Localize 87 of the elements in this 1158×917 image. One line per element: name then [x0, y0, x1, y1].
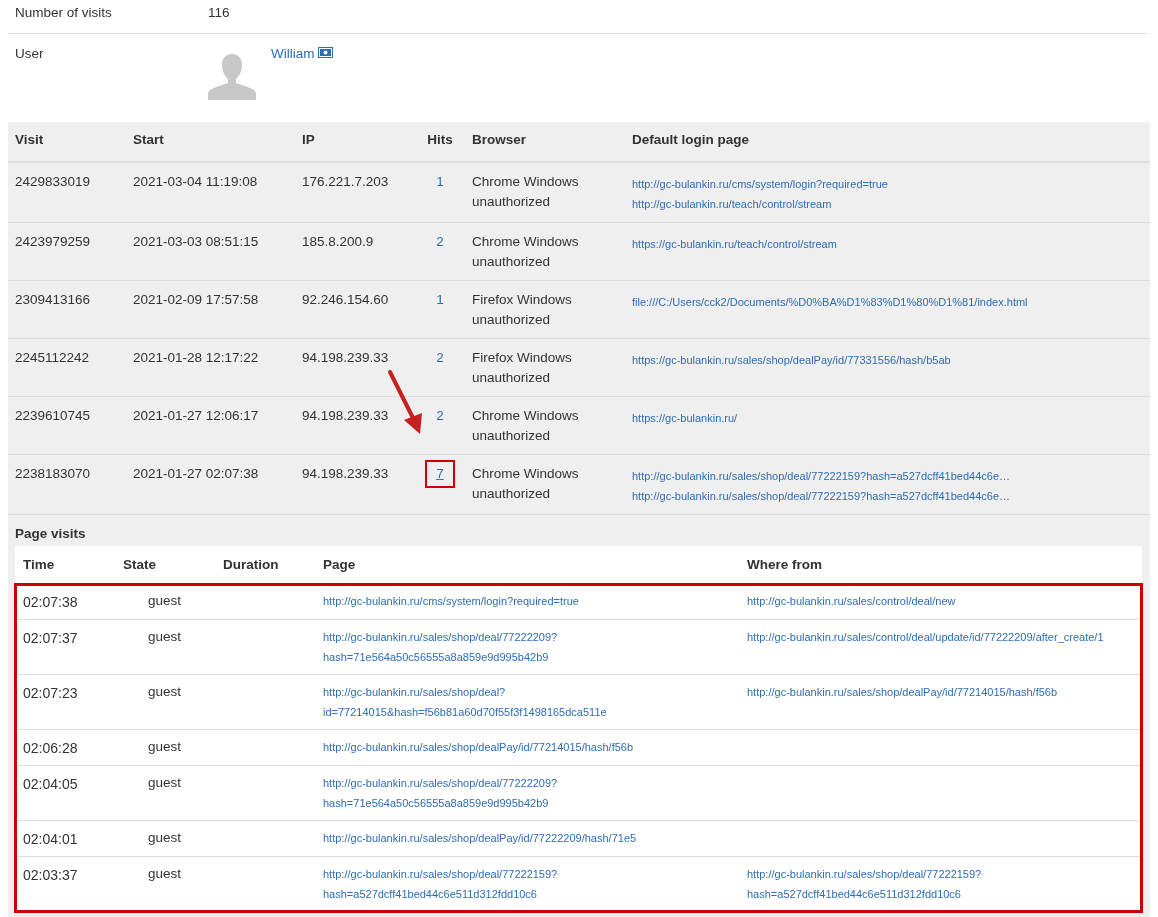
page-link[interactable]: https://gc-bulankin.ru/sales/shop/dealPay/id/77331556/hash/b5ab [632, 349, 1143, 370]
id-card-icon[interactable] [317, 47, 333, 59]
column-header: Duration [215, 545, 315, 584]
annotation-arrow [388, 370, 422, 434]
browser-text: Firefox Windows [472, 348, 573, 367]
hits-link[interactable]: 1 [427, 171, 453, 192]
browser-text: unauthorized [472, 310, 552, 329]
browser-text: Chrome Windows [472, 406, 580, 425]
hits-link[interactable]: 2 [427, 231, 453, 252]
table-cell: 185.8.200.9 [295, 222, 415, 280]
table-cell: 2021-03-03 08:51:15 [126, 222, 295, 280]
table-cell: guest [148, 629, 182, 644]
table-cell: 2021-02-09 17:57:58 [126, 280, 295, 338]
page-link[interactable]: http://gc-bulankin.ru/sales/shop/dealPay/id/77214015/hash/f56b [747, 682, 1134, 702]
avatar-icon [208, 54, 256, 101]
table-cell: guest [148, 684, 182, 699]
page-link[interactable]: http://gc-bulankin.ru/sales/shop/deal/77222159?hash=a527dcff41bed44c6e… [632, 485, 1143, 506]
table-cell: 2021-01-27 12:06:17 [126, 396, 295, 454]
page-link[interactable]: https://gc-bulankin.ru/teach/control/stream [632, 233, 1143, 254]
table-cell: guest [148, 830, 182, 845]
column-header: Start [126, 122, 295, 162]
field-label: User [15, 45, 45, 64]
page-link[interactable]: http://gc-bulankin.ru/sales/shop/deal/77222159?hash=a527dcff41bed44c6e… [632, 465, 1143, 486]
page-link[interactable]: http://gc-bulankin.ru/sales/control/deal/new [747, 591, 1134, 611]
field-value: 116 [208, 4, 230, 22]
page-link[interactable]: http://gc-bulankin.ru/sales/shop/deal/77222209? hash=71e564a50c56555a8a859e9d995b42b9 [323, 627, 731, 667]
browser-text: Firefox Windows [472, 290, 573, 309]
table-cell: 2245112242 [8, 338, 126, 396]
table-cell: guest [148, 593, 182, 608]
table-cell: 02:07:38 [23, 594, 78, 610]
table-cell: 02:03:37 [23, 867, 78, 883]
page-link[interactable]: http://gc-bulankin.ru/teach/control/stream [632, 193, 1143, 214]
table-cell: 02:06:28 [23, 740, 78, 756]
browser-text: Chrome Windows [472, 232, 580, 251]
column-header: IP [295, 122, 415, 162]
table-cell: 2021-01-28 12:17:22 [126, 338, 295, 396]
table-cell: 92.246.154.60 [295, 280, 415, 338]
page-link[interactable]: http://gc-bulankin.ru/sales/shop/dealPay/id/77222209/hash/71e5 [323, 828, 731, 848]
hits-link[interactable]: 7 [425, 459, 455, 488]
section-title: Page visits [14, 524, 87, 543]
table-cell: 94.198.239.33 [295, 338, 415, 396]
column-header: Visit [8, 122, 126, 162]
table-cell: guest [148, 739, 182, 754]
page-link[interactable]: http://gc-bulankin.ru/cms/system/login?required=true [632, 173, 1143, 194]
browser-text: unauthorized [472, 426, 552, 445]
field-label: Number of visits [15, 4, 113, 22]
browser-text: unauthorized [472, 368, 552, 387]
browser-text: Chrome Windows [472, 172, 580, 191]
browser-text: unauthorized [472, 252, 552, 271]
table-cell: 2309413166 [8, 280, 126, 338]
column-header: Time [15, 545, 115, 584]
page-link[interactable]: http://gc-bulankin.ru/sales/shop/deal? id=77214015&hash=f56b81a60d70f55f3f1498165dca511e [323, 682, 731, 722]
browser-text: unauthorized [472, 484, 552, 503]
hits-link[interactable]: 2 [427, 347, 453, 368]
page-link[interactable]: http://gc-bulankin.ru/sales/shop/deal/77222209? hash=71e564a50c56555a8a859e9d995b42b9 [323, 773, 731, 813]
table-cell: 02:04:01 [23, 831, 78, 847]
table-cell: 02:07:23 [23, 685, 78, 701]
table-cell: 2239610745 [8, 396, 126, 454]
column-header: Where from [739, 545, 1142, 584]
table-cell: 02:07:37 [23, 630, 78, 646]
table-cell: 2423979259 [8, 222, 126, 280]
page-link[interactable]: http://gc-bulankin.ru/sales/shop/deal/77222159? hash=a527dcff41bed44c6e511d312fdd10c6 [323, 864, 731, 904]
page-link[interactable]: http://gc-bulankin.ru/sales/control/deal/update/id/77222209/after_create/1 [747, 627, 1134, 647]
browser-text: unauthorized [472, 192, 552, 211]
page-link[interactable]: http://gc-bulankin.ru/cms/system/login?required=true [323, 591, 731, 611]
table-cell: 02:04:05 [23, 776, 78, 792]
column-header: Default login page [625, 122, 1150, 162]
page-link[interactable]: file:///C:/Users/cck2/Documents/%D0%BA%D1%83%D1%80%D1%81/index.html [632, 291, 1143, 312]
table-cell: 2238183070 [8, 454, 126, 514]
page-link[interactable]: http://gc-bulankin.ru/sales/shop/dealPay/id/77214015/hash/f56b [323, 737, 731, 757]
table-cell: 2021-01-27 02:07:38 [126, 454, 295, 514]
table-cell: 176.221.7.203 [295, 161, 415, 222]
column-header: Page [315, 545, 739, 584]
column-header: Browser [465, 122, 625, 162]
column-header: State [115, 545, 215, 584]
page-link[interactable]: http://gc-bulankin.ru/sales/shop/deal/77222159? hash=a527dcff41bed44c6e511d312fdd10c6 [747, 864, 1134, 904]
column-header: Hits [415, 122, 465, 162]
hits-link[interactable]: 2 [427, 405, 453, 426]
browser-text: Chrome Windows [472, 464, 580, 483]
table-cell: 94.198.239.33 [295, 454, 415, 514]
hits-link[interactable]: 1 [427, 289, 453, 310]
table-cell: 2021-03-04 11:19:08 [126, 161, 295, 222]
user-link[interactable]: William [271, 44, 315, 111]
table-cell: guest [148, 775, 182, 790]
page-link[interactable]: https://gc-bulankin.ru/ [632, 407, 1143, 428]
table-cell: guest [148, 866, 182, 881]
table-cell: 2429833019 [8, 161, 126, 222]
